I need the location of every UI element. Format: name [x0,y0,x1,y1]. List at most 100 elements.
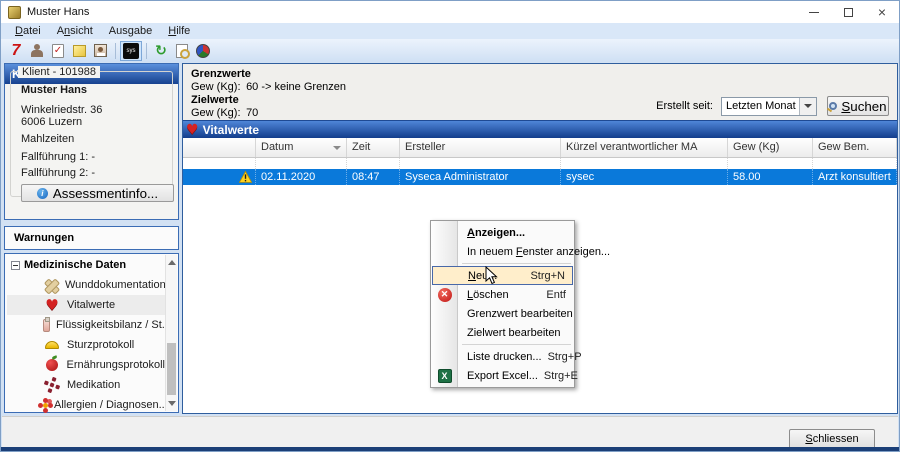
tree-root[interactable]: Medizinische Daten [5,256,126,274]
helmet-icon [43,341,61,349]
medical-data-panel: Medizinische Daten Wunddokumentation ♥ V… [4,253,179,413]
client-person-icon[interactable] [27,41,47,60]
cell-gew-bem: Arzt konsultiert [813,169,897,185]
refresh-icon[interactable]: ↻ [151,41,171,60]
close-button[interactable]: × [865,1,899,23]
window-title: Muster Hans [27,6,89,18]
table-row[interactable]: 02.11.2020 08:47 Syseca Administrator sy… [183,169,897,185]
print-preview-icon[interactable] [172,41,192,60]
limits-title: Grenzwerte [191,68,897,81]
menu-hilfe[interactable]: Hilfe [160,25,198,37]
case-management-1: Fallführung 1: - [21,151,95,163]
cell-datum: 02.11.2020 [256,169,347,185]
cell-kuerzel: sysec [561,169,728,185]
column-kuerzel[interactable]: Kürzel verantwortlicher MA [561,138,728,157]
bottle-icon [43,319,50,332]
app-icon [8,6,21,19]
info-icon: i [37,188,48,199]
client-street: Winkelriedstr. 36 [21,104,102,116]
warning-icon [239,171,252,183]
schliessen-button[interactable]: Schliessen [789,429,875,449]
tree-scrollbar[interactable] [165,255,177,411]
meals-label: Mahlzeiten [21,133,74,145]
menu-item-neu[interactable]: Neu... Strg+N [432,266,573,285]
table-spacer-row [183,158,897,169]
sort-desc-icon [333,146,341,150]
minimize-button[interactable] [797,1,831,23]
klient-number-label: Klient - 101988 [18,66,100,78]
combo-dropdown-button[interactable] [799,98,816,115]
menu-item-anzeigen[interactable]: Anzeigen... [431,223,574,242]
created-since-label: Erstellt seit: [656,100,713,112]
scroll-up-icon[interactable] [168,260,176,265]
excel-icon: X [438,369,452,383]
klient-groupbox: Klient - 101988 Muster Hans Winkelriedst… [10,71,173,197]
scrollbar-thumb[interactable] [167,343,176,395]
flower-icon [43,403,48,408]
menu-item-zielwert[interactable]: Zielwert bearbeiten [431,323,574,342]
context-menu: Anzeigen... In neuem Fenster anzeigen...… [430,220,575,388]
collapse-icon[interactable] [11,261,20,270]
created-since-select[interactable]: Letzten Monat [721,97,817,116]
tree-item-sturzprotokoll[interactable]: Sturzprotokoll [7,335,165,355]
logo-seven-icon[interactable]: 7 [6,41,26,60]
pills-icon [43,383,61,387]
search-button[interactable]: Suchen [827,96,889,116]
menu-item-loeschen[interactable]: ✕ Löschen Entf [431,285,574,304]
assessment-clipboard-icon[interactable]: ✓ [48,41,68,60]
mouse-cursor [485,266,498,285]
client-city: 6006 Luzern [21,116,82,128]
menu-bar: Datei Ansicht Ausgabe Hilfe [1,23,899,39]
column-datum[interactable]: Datum [256,138,347,157]
menu-item-export-excel[interactable]: X Export Excel... Strg+E [431,366,574,385]
klient-info-panel: Klient-Info Klient - 101988 Muster Hans … [4,63,179,220]
sys-toggle-button[interactable]: sys [120,41,142,61]
toolbar-separator [146,43,147,59]
tree-item-allergien[interactable]: Allergien / Diagnosen... [7,395,165,415]
menu-item-liste-drucken[interactable]: Liste drucken... Strg+P [431,347,574,366]
tree-item-wunddokumentation[interactable]: Wunddokumentation [7,275,165,295]
vitalwerte-section-bar: ♥ Vitalwerte [183,120,897,138]
column-gew[interactable]: Gew (Kg) [728,138,813,157]
case-management-2: Fallführung 2: - [21,167,95,179]
apple-icon [43,359,61,371]
tree-item-medikation[interactable]: Medikation [7,375,165,395]
scroll-down-icon[interactable] [168,401,176,406]
limits-strip: Grenzwerte Gew (Kg): 60 -> keine Grenzen… [183,64,897,120]
tree-item-vitalwerte[interactable]: ♥ Vitalwerte [7,295,165,315]
title-bar: Muster Hans × [1,1,899,23]
column-zeit[interactable]: Zeit [347,138,400,157]
column-gew-bem[interactable]: Gew Bem. [813,138,897,157]
chevron-down-icon [804,104,812,108]
assessmentinfo-button[interactable]: i Assessmentinfo... [21,184,174,202]
maximize-button[interactable] [831,1,865,23]
heart-icon: ♥ [186,123,199,137]
tree-root-label: Medizinische Daten [24,259,126,271]
delete-icon: ✕ [438,288,452,302]
statistics-pie-icon[interactable] [193,41,213,60]
client-name: Muster Hans [21,84,87,96]
toolbar-separator [115,43,116,59]
column-icon[interactable] [183,138,256,157]
menu-ausgabe[interactable]: Ausgabe [101,25,160,37]
cell-ersteller: Syseca Administrator [400,169,561,185]
tree-item-ernaehrungsprotokoll[interactable]: Ernährungsprotokoll [7,355,165,375]
table-header-row: Datum Zeit Ersteller Kürzel verantwortli… [183,138,897,158]
menu-item-grenzwert[interactable]: Grenzwert bearbeiten [431,304,574,323]
heart-icon: ♥ [43,298,61,313]
window-bottom-border [1,447,899,451]
cell-gew: 58.00 [728,169,813,185]
column-ersteller[interactable]: Ersteller [400,138,561,157]
warnings-header: Warnungen [5,232,74,244]
targets-label: Gew (Kg): [191,107,243,120]
limits-label: Gew (Kg): [191,81,243,94]
tree-item-fluessigkeitsbilanz[interactable]: Flüssigkeitsbilanz / St... [7,315,165,335]
staff-card-icon[interactable] [90,41,110,60]
menu-datei[interactable]: Datei [7,25,49,37]
notes-icon[interactable] [69,41,89,60]
menu-item-neues-fenster[interactable]: In neuem Fenster anzeigen... [431,242,574,261]
targets-value: 70 [246,107,258,119]
menu-ansicht[interactable]: Ansicht [49,25,101,37]
warnings-panel[interactable]: Warnungen [4,226,179,250]
section-title: Vitalwerte [203,123,259,137]
